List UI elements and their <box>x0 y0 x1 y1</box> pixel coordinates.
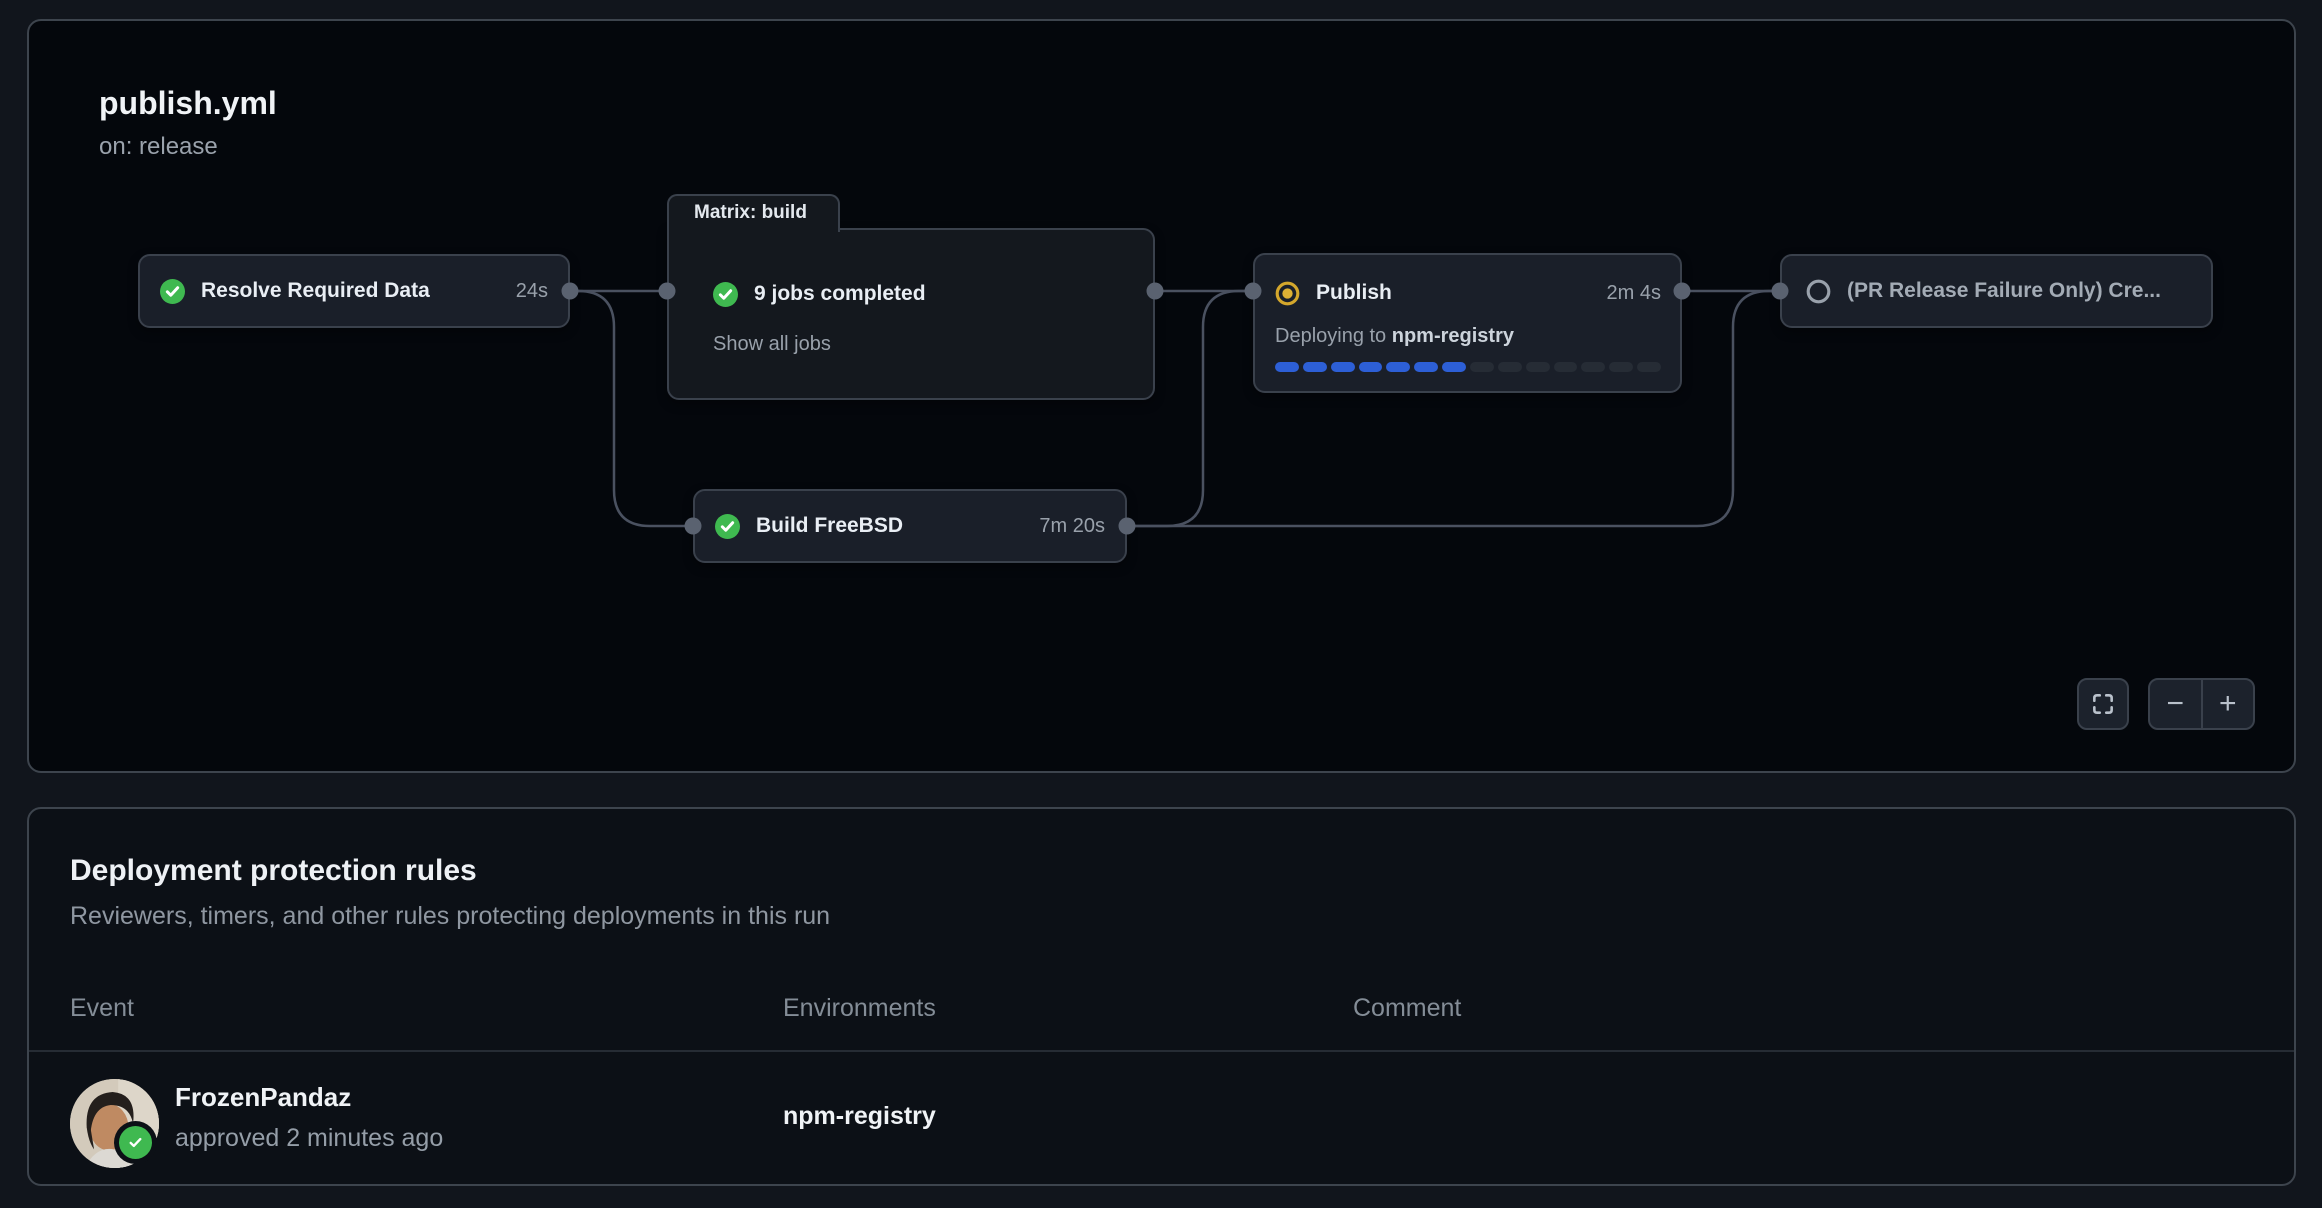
check-circle-icon <box>715 514 740 539</box>
approved-badge <box>119 1126 152 1159</box>
job-node-publish[interactable]: Publish 2m 4s Deploying to npm-registry <box>1253 253 1682 393</box>
approval-status-text: approved 2 minutes ago <box>175 1126 443 1151</box>
progress-segment <box>1414 362 1438 372</box>
job-duration: 24s <box>516 280 548 303</box>
job-node-pr-release-failure[interactable]: (PR Release Failure Only) Cre... <box>1780 254 2213 328</box>
approver-username[interactable]: FrozenPandaz <box>175 1084 351 1110</box>
job-node-resolve-required-data[interactable]: Resolve Required Data 24s <box>138 254 570 328</box>
row-environment: npm-registry <box>783 1104 936 1129</box>
check-circle-icon <box>713 282 738 307</box>
progress-segment <box>1470 362 1494 372</box>
deploy-prefix: Deploying to <box>1275 325 1392 347</box>
plus-icon: + <box>2219 689 2237 719</box>
progress-segment <box>1526 362 1550 372</box>
column-header-environments: Environments <box>783 996 936 1021</box>
check-icon <box>127 1134 144 1151</box>
zoom-in-button[interactable]: + <box>2203 680 2254 728</box>
job-node-label: Resolve Required Data <box>201 279 430 303</box>
pending-circle-icon <box>1806 279 1831 304</box>
job-node-label: Build FreeBSD <box>756 514 903 538</box>
fullscreen-button[interactable] <box>2077 678 2129 730</box>
fullscreen-icon <box>2090 691 2116 717</box>
workflow-title: publish.yml <box>99 87 277 119</box>
matrix-tab-label: Matrix: build <box>694 202 807 224</box>
table-header-divider <box>29 1050 2294 1052</box>
progress-segment <box>1303 362 1327 372</box>
progress-segment <box>1637 362 1661 372</box>
workflow-trigger: on: release <box>99 135 218 159</box>
job-node-label: Publish <box>1316 281 1392 305</box>
show-all-jobs-link[interactable]: Show all jobs <box>713 333 1133 359</box>
workflow-graph-card: publish.yml on: release <box>27 19 2296 773</box>
progress-segment <box>1359 362 1383 372</box>
progress-segment <box>1275 362 1299 372</box>
progress-segment <box>1331 362 1355 372</box>
rules-panel-title: Deployment protection rules <box>70 856 477 886</box>
in-progress-icon <box>1275 281 1300 306</box>
progress-segment <box>1442 362 1466 372</box>
zoom-out-button[interactable]: − <box>2150 680 2201 728</box>
progress-segment <box>1386 362 1410 372</box>
job-duration: 2m 4s <box>1607 282 1661 305</box>
job-node-label: (PR Release Failure Only) Cre... <box>1847 279 2161 303</box>
deploy-target-environment: npm-registry <box>1392 325 1514 347</box>
deploy-status-text: Deploying to npm-registry <box>1275 325 1661 351</box>
job-node-build-freebsd[interactable]: Build FreeBSD 7m 20s <box>693 489 1127 563</box>
zoom-controls: − + <box>2148 678 2255 730</box>
deploy-progress-bar <box>1275 362 1661 372</box>
column-header-comment: Comment <box>1353 996 1461 1021</box>
check-circle-icon <box>160 279 185 304</box>
progress-segment <box>1609 362 1633 372</box>
matrix-build-tab[interactable]: Matrix: build <box>667 194 840 232</box>
workflow-run-page: publish.yml on: release Resolve Required… <box>0 0 2322 1208</box>
progress-segment <box>1554 362 1578 372</box>
column-header-event: Event <box>70 996 134 1021</box>
job-node-matrix-build[interactable]: 9 jobs completed Show all jobs <box>667 228 1155 400</box>
progress-segment <box>1498 362 1522 372</box>
minus-icon: − <box>2166 689 2184 719</box>
rules-panel-subtitle: Reviewers, timers, and other rules prote… <box>70 904 830 929</box>
matrix-summary-label: 9 jobs completed <box>754 282 926 306</box>
progress-segment <box>1581 362 1605 372</box>
job-duration: 7m 20s <box>1039 515 1105 538</box>
